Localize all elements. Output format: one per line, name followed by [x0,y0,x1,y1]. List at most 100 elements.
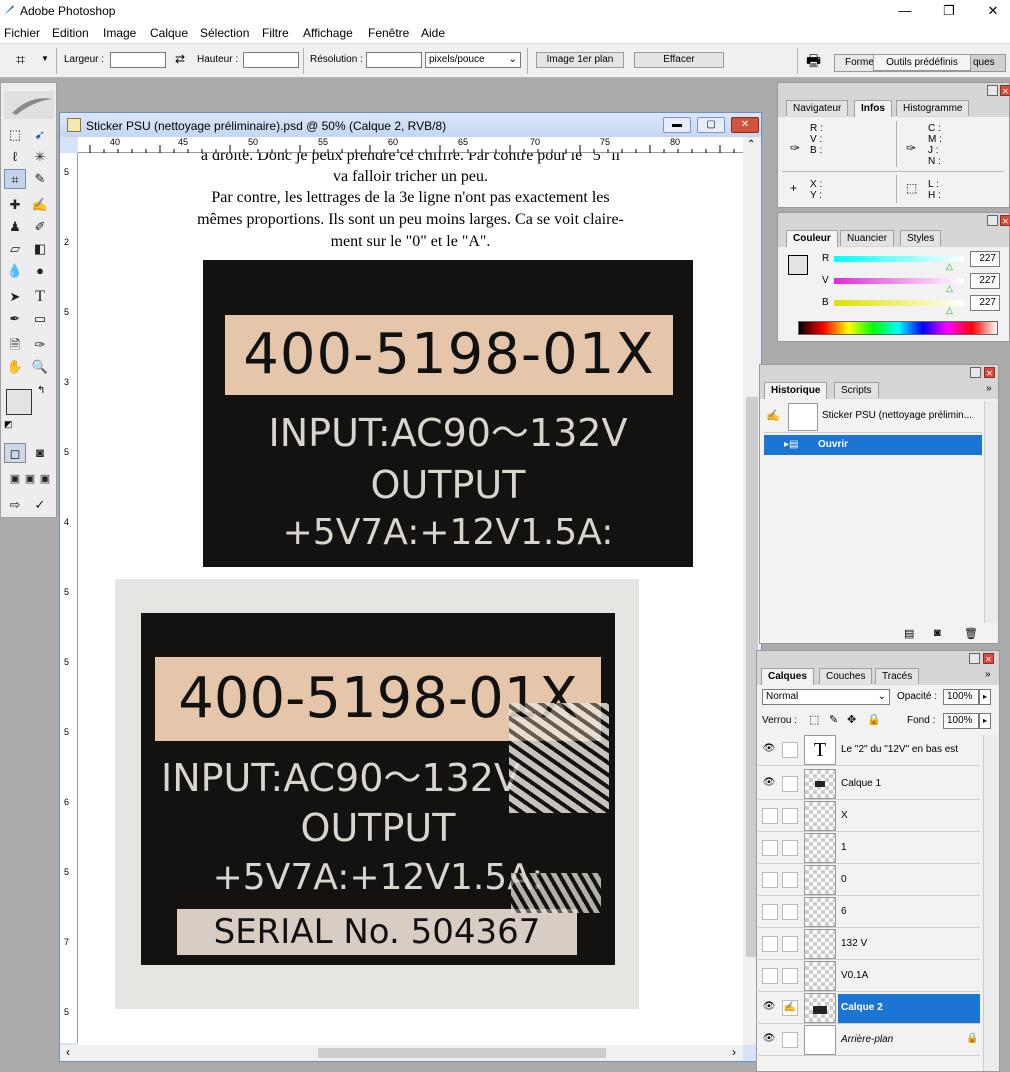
brush-icon[interactable]: ✍ [782,1000,798,1016]
layer-row[interactable]: 6 [758,896,980,928]
close-button[interactable]: ✕ [970,0,1010,22]
layers-scrollbar[interactable] [983,735,999,1071]
tab-nuancier[interactable]: Nuancier [840,230,895,246]
jump-to-imageready-icon[interactable]: ⇨ [4,495,26,515]
move-icon[interactable]: ➹ [29,125,51,145]
slider-handle-icon[interactable]: △ [946,261,953,272]
tab-historique[interactable]: Historique [764,382,828,399]
zoom-icon[interactable]: 🔍 [29,357,51,377]
layer-row[interactable]: X [758,800,980,832]
history-scrollbar[interactable] [984,401,998,623]
hauteur-input[interactable] [243,52,299,68]
trash-icon[interactable]: 🗑 [964,627,978,640]
rectangle-icon[interactable]: ▭ [29,309,51,329]
panel-close-button[interactable]: ✕ [984,367,995,378]
visibility-box[interactable] [762,936,778,952]
history-state-selected[interactable]: ▸▤ Ouvrir [764,435,982,455]
pen-icon[interactable]: ✒ [4,309,26,329]
panel-close-button[interactable]: ✕ [1000,85,1010,96]
link-box[interactable] [782,1032,798,1048]
slider-handle-icon[interactable]: △ [946,305,953,316]
tab-navigateur[interactable]: Navigateur [786,100,849,116]
channel-r-slider[interactable] [834,256,964,262]
notes-icon[interactable]: 🗎 [4,335,26,355]
file-browser-icon[interactable]: 🖶 [806,50,821,77]
eye-icon[interactable]: 👁 [762,743,776,757]
tab-couches[interactable]: Couches [819,668,873,684]
slice-icon[interactable]: ✎ [29,169,51,189]
scroll-up-icon[interactable]: ⌃ [747,139,755,150]
brush-source-icon[interactable]: ✍ [766,409,780,422]
tab-infos[interactable]: Infos [854,100,892,117]
imageready-icon[interactable]: ✓ [29,495,51,515]
channel-b-slider[interactable] [834,300,964,306]
magic-wand-icon[interactable]: ✳ [29,147,51,167]
layer-row[interactable]: 👁 Arrière-plan 🔒 [758,1024,980,1056]
selection-arrow-icon[interactable]: ➤ [4,287,26,307]
crop-tool-icon[interactable]: ⌗ [16,52,25,70]
menu-filtre[interactable]: Filtre [262,26,289,40]
tab-ques[interactable]: ques [969,55,999,70]
healing-brush-icon[interactable]: ✚ [4,195,26,215]
tab-forme[interactable]: Forme [835,55,875,71]
lasso-icon[interactable]: ℓ [4,147,26,167]
history-snapshot[interactable]: ✍ Sticker PSU (nettoyage prélimin... [764,401,982,433]
link-box[interactable] [782,808,798,824]
link-box[interactable] [782,840,798,856]
tab-traces[interactable]: Tracés [875,668,920,684]
panel-menu-icon[interactable]: » [985,669,991,680]
front-image-button[interactable]: Image 1er plan [536,52,624,68]
visibility-box[interactable] [762,840,778,856]
fill-input[interactable]: 100% [943,713,979,729]
fill-arrow-icon[interactable]: ▸ [979,713,991,729]
new-document-icon[interactable]: ▤ [904,627,914,640]
stamp-icon[interactable]: ♟ [4,217,26,237]
link-box[interactable] [782,904,798,920]
eyedropper-icon[interactable]: ✑ [29,335,51,355]
standard-mode-icon[interactable]: ◻ [4,443,26,463]
doc-close-button[interactable]: ✕ [731,117,759,133]
channel-v-slider[interactable] [834,278,964,284]
link-box[interactable] [782,872,798,888]
resolution-input[interactable] [366,52,422,68]
scroll-thumb[interactable] [318,1048,606,1058]
channel-b-input[interactable]: 227 [970,295,1000,311]
foreground-color-swatch[interactable] [6,389,32,415]
visibility-box[interactable] [762,904,778,920]
menu-edition[interactable]: Edition [52,26,89,40]
eye-icon[interactable]: 👁 [762,1001,776,1015]
slider-handle-icon[interactable]: △ [946,283,953,294]
marquee-icon[interactable]: ⬚ [4,125,26,145]
visibility-box[interactable] [762,808,778,824]
layer-row[interactable]: V0.1A [758,960,980,992]
link-box[interactable] [782,936,798,952]
crop-icon[interactable]: ⌗ [4,169,26,189]
scroll-left-icon[interactable]: ‹ [66,1045,70,1059]
foreground-color-swatch[interactable] [788,255,808,275]
tab-calques[interactable]: Calques [761,668,814,685]
horizontal-scrollbar[interactable]: ‹ › [60,1045,743,1061]
blur-icon[interactable]: 💧 [4,261,26,281]
menu-image[interactable]: Image [103,26,136,40]
screen-mode-3-icon[interactable]: ▣ [34,469,56,489]
lock-position-icon[interactable]: ✥ [847,713,856,726]
layer-row[interactable]: 132 V [758,928,980,960]
lock-transparency-icon[interactable]: ⬚ [809,713,819,726]
dodge-icon[interactable]: ● [29,261,51,281]
layer-row-selected[interactable]: 👁 ✍ Calque 2 [758,992,980,1024]
layer-row[interactable]: 👁 Calque 1 [758,768,980,800]
history-brush-icon[interactable]: ✐ [29,217,51,237]
scroll-right-icon[interactable]: › [732,1045,736,1059]
opacity-arrow-icon[interactable]: ▸ [979,689,991,705]
panel-minimize-button[interactable] [970,367,981,378]
type-icon[interactable]: T [29,287,51,307]
brush-icon[interactable]: ✍ [29,195,51,215]
color-ramp[interactable] [798,321,998,335]
default-colors-icon[interactable]: ◩ [4,419,13,430]
link-box[interactable] [782,968,798,984]
panel-minimize-button[interactable] [969,653,980,664]
menu-selection[interactable]: Sélection [200,26,249,40]
tab-outils-predefinis[interactable]: Outils prédéfinis [873,54,971,71]
eraser-icon[interactable]: ▱ [4,239,26,259]
layer-row[interactable]: 👁 T Le "2" du "12V" en bas est [758,734,980,766]
